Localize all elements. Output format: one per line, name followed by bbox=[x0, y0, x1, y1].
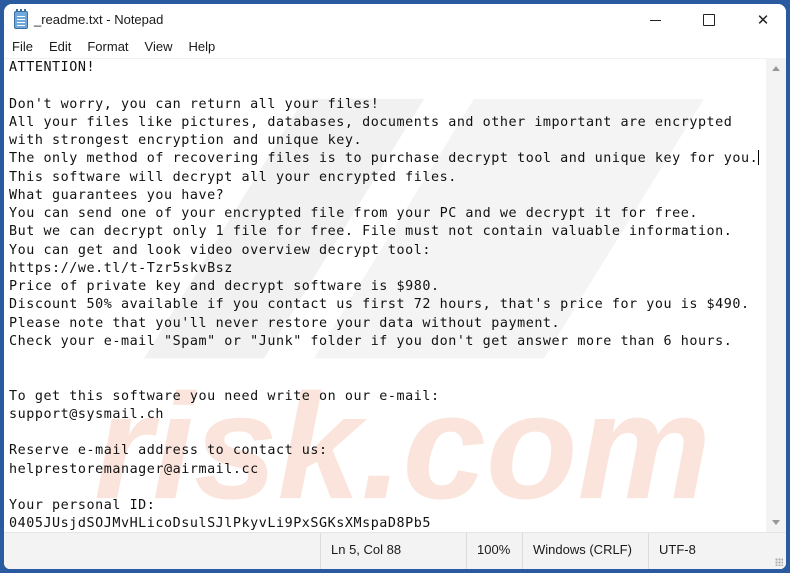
zoom-level: 100% bbox=[466, 533, 522, 569]
notepad-window: _readme.txt - Notepad ✕ File Edit Format… bbox=[4, 4, 786, 569]
encoding: UTF-8 bbox=[648, 533, 768, 569]
text-line: Please note that you'll never restore yo… bbox=[9, 315, 561, 331]
text-line: Your personal ID: bbox=[9, 498, 156, 513]
notepad-icon bbox=[14, 9, 28, 29]
text-line: Discount 50% available if you contact us… bbox=[9, 297, 750, 313]
title-bar[interactable]: _readme.txt - Notepad ✕ bbox=[4, 4, 786, 36]
menu-help[interactable]: Help bbox=[180, 36, 223, 58]
text-line: What guarantees you have? bbox=[9, 187, 225, 203]
text-line: https://we.tl/t-Tzr5skvBsz bbox=[9, 260, 233, 276]
text-line: with strongest encryption and unique key… bbox=[9, 133, 363, 148]
minimize-button[interactable] bbox=[632, 4, 678, 36]
menu-view[interactable]: View bbox=[137, 36, 181, 58]
text-caret bbox=[758, 150, 760, 166]
maximize-icon bbox=[703, 14, 715, 26]
text-line: This software will decrypt all your encr… bbox=[9, 169, 457, 185]
text-line: ATTENTION! bbox=[9, 60, 96, 75]
window-title: _readme.txt - Notepad bbox=[34, 12, 164, 27]
text-line: But we can decrypt only 1 file for free.… bbox=[9, 224, 733, 240]
menu-edit[interactable]: Edit bbox=[41, 36, 79, 58]
text-line: The only method of recovering files is t… bbox=[9, 151, 759, 167]
vertical-scrollbar[interactable] bbox=[766, 58, 786, 533]
menu-format[interactable]: Format bbox=[79, 36, 136, 58]
text-line: You can send one of your encrypted file … bbox=[9, 206, 698, 221]
text-line: Reserve e-mail address to contact us: bbox=[9, 443, 328, 459]
text-line: You can get and look video overview decr… bbox=[9, 242, 431, 258]
text-line: Don't worry, you can return all your fil… bbox=[9, 96, 380, 112]
close-icon: ✕ bbox=[756, 12, 770, 29]
status-bar: Ln 5, Col 88 100% Windows (CRLF) UTF-8 bbox=[4, 532, 786, 569]
menu-bar: File Edit Format View Help bbox=[4, 36, 786, 58]
text-line: helprestoremanager@airmail.cc bbox=[9, 461, 259, 477]
maximize-button[interactable] bbox=[686, 4, 732, 36]
menu-file[interactable]: File bbox=[4, 36, 41, 58]
line-ending: Windows (CRLF) bbox=[522, 533, 648, 569]
text-line: support@sysmail.ch bbox=[9, 406, 165, 422]
text-line: 0405JUsjdSOJMvHLicoDsulSJlPkyvLi9PxSGKsX… bbox=[9, 516, 431, 532]
text-line: Price of private key and decrypt softwar… bbox=[9, 279, 440, 294]
text-line: Check your e-mail "Spam" or "Junk" folde… bbox=[9, 333, 733, 349]
text-line: All your files like pictures, databases,… bbox=[9, 114, 733, 130]
cursor-position: Ln 5, Col 88 bbox=[320, 533, 466, 569]
document-text: ATTENTION! Don't worry, you can return a… bbox=[9, 59, 760, 533]
minimize-icon bbox=[649, 19, 661, 21]
resize-grip-icon[interactable] bbox=[775, 558, 783, 566]
text-editor[interactable]: risk.com ATTENTION! Don't worry, you can… bbox=[4, 58, 766, 533]
scroll-down-icon[interactable] bbox=[772, 520, 780, 525]
scroll-up-icon[interactable] bbox=[772, 66, 780, 71]
close-button[interactable]: ✕ bbox=[740, 4, 786, 36]
text-line: To get this software you need write on o… bbox=[9, 388, 440, 404]
